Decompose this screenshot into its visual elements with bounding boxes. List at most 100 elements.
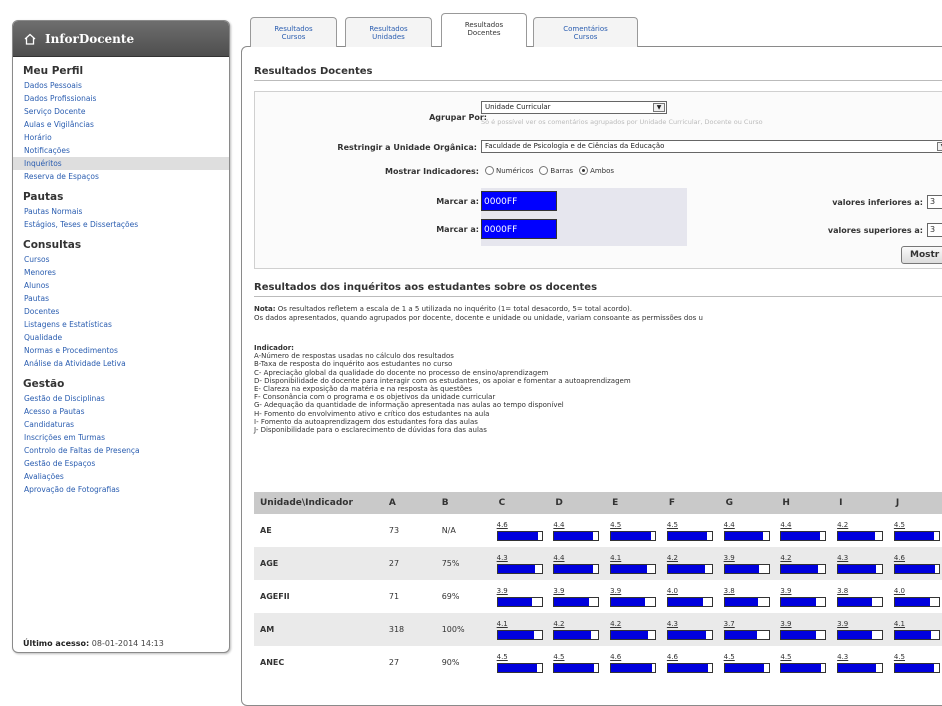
tab-resultados-docentes[interactable]: Resultados Docentes: [441, 13, 527, 47]
sidebar-item-reserva-de-espacos[interactable]: Reserva de Espaços: [13, 170, 229, 183]
upper-values-input[interactable]: 3: [927, 223, 942, 237]
mark-lower-color-input[interactable]: 0000FF: [481, 191, 557, 211]
sidebar-item-pautas[interactable]: Pautas: [13, 292, 229, 305]
score-value[interactable]: 4.5: [610, 521, 621, 529]
mark-upper-color-input[interactable]: 0000FF: [481, 219, 557, 239]
sidebar-item-analise-da-atividade-letiva[interactable]: Análise da Atividade Letiva: [13, 357, 229, 370]
tab-resultados-unidades[interactable]: Resultados Unidades: [345, 17, 432, 47]
score-value[interactable]: 4.5: [667, 521, 678, 529]
score-value[interactable]: 4.2: [667, 554, 678, 562]
score-bar-track: [666, 530, 713, 541]
score-bar-fill: [724, 663, 765, 672]
score-bar: 4.0: [893, 587, 942, 607]
score-value[interactable]: 4.6: [667, 653, 678, 661]
radio-barras[interactable]: [539, 166, 549, 175]
sidebar-item-inscricoes-em-turmas[interactable]: Inscrições em Turmas: [13, 431, 229, 444]
score-bar-track: [553, 629, 600, 640]
score-value[interactable]: 4.0: [894, 587, 905, 595]
restrict-select[interactable]: Faculdade de Psicologia e de Ciências da…: [481, 140, 942, 153]
score-value[interactable]: 4.5: [497, 653, 508, 661]
score-bar-fill: [611, 531, 651, 540]
score-cell: 4.1: [494, 613, 552, 646]
score-value[interactable]: 3.9: [780, 587, 791, 595]
score-value[interactable]: 3.9: [724, 554, 735, 562]
sidebar-item-gestao-de-espacos[interactable]: Gestão de Espaços: [13, 457, 229, 470]
sidebar-item-candidaturas[interactable]: Candidaturas: [13, 418, 229, 431]
score-value[interactable]: 4.2: [553, 620, 564, 628]
app-header[interactable]: InforDocente: [13, 21, 229, 57]
score-bar: 4.3: [666, 620, 715, 640]
sidebar-item-inqueritos[interactable]: Inquéritos: [13, 157, 229, 170]
score-value[interactable]: 4.6: [894, 554, 905, 562]
sidebar-item-horario[interactable]: Horário: [13, 131, 229, 144]
score-value[interactable]: 4.4: [553, 554, 564, 562]
score-value[interactable]: 4.5: [724, 653, 735, 661]
score-value[interactable]: 4.3: [497, 554, 508, 562]
score-value[interactable]: 4.2: [610, 620, 621, 628]
score-value[interactable]: 3.9: [497, 587, 508, 595]
show-button[interactable]: Mostr: [901, 246, 942, 264]
score-value[interactable]: 4.1: [497, 620, 508, 628]
score-value[interactable]: 3.8: [837, 587, 848, 595]
sidebar-item-servico-docente[interactable]: Serviço Docente: [13, 105, 229, 118]
sidebar-item-alunos[interactable]: Alunos: [13, 279, 229, 292]
score-value[interactable]: 4.3: [837, 653, 848, 661]
score-cell: 4.4: [551, 514, 608, 547]
score-value[interactable]: 4.3: [837, 554, 848, 562]
sidebar-item-acesso-a-pautas[interactable]: Acesso a Pautas: [13, 405, 229, 418]
sidebar-item-gestao-de-disciplinas[interactable]: Gestão de Disciplinas: [13, 392, 229, 405]
score-value[interactable]: 4.1: [610, 554, 621, 562]
group-by-select[interactable]: Unidade Curricular ▼: [481, 101, 667, 114]
score-value[interactable]: 3.9: [780, 620, 791, 628]
group-by-value: Unidade Curricular: [485, 103, 551, 111]
sidebar-item-controlo-de-faltas-de-presenca[interactable]: Controlo de Faltas de Presença: [13, 444, 229, 457]
column-header-h: H: [778, 492, 836, 514]
radio-numericos[interactable]: [485, 166, 494, 175]
sidebar-item-aulas-e-vigilancias[interactable]: Aulas e Vigilâncias: [13, 118, 229, 131]
indicator-item: B-Taxa de resposta do inquérito aos estu…: [254, 360, 453, 369]
sidebar-item-listagens-e-estatisticas[interactable]: Listagens e Estatísticas: [13, 318, 229, 331]
score-value[interactable]: 4.4: [553, 521, 564, 529]
table-row: AGEFII 71 69% 3.9 3.9 3.9 4.0 3.8 3.9 3.8 4.0: [254, 580, 942, 613]
score-cell: 4.5: [608, 514, 665, 547]
score-value[interactable]: 4.5: [894, 521, 905, 529]
score-value[interactable]: 3.7: [724, 620, 735, 628]
score-value[interactable]: 4.6: [497, 521, 508, 529]
sidebar-item-dados-profissionais[interactable]: Dados Profissionais: [13, 92, 229, 105]
sidebar-item-normas-e-procedimentos[interactable]: Normas e Procedimentos: [13, 344, 229, 357]
lower-values-input[interactable]: 3: [927, 195, 942, 209]
indicator-item: I- Fomento da autoaprendizagem dos estud…: [254, 417, 478, 426]
tab-resultados-cursos[interactable]: Resultados Cursos: [250, 17, 337, 47]
score-value[interactable]: 3.8: [724, 587, 735, 595]
score-value[interactable]: 4.2: [837, 521, 848, 529]
sidebar-item-qualidade[interactable]: Qualidade: [13, 331, 229, 344]
sidebar-item-cursos[interactable]: Cursos: [13, 253, 229, 266]
score-value[interactable]: 3.9: [610, 587, 621, 595]
score-value[interactable]: 4.1: [894, 620, 905, 628]
radio-ambos[interactable]: [579, 166, 589, 175]
score-value[interactable]: 4.5: [553, 653, 564, 661]
sidebar-item-avaliacoes[interactable]: Avaliações: [13, 470, 229, 483]
sidebar-item-dados-pessoais[interactable]: Dados Pessoais: [13, 79, 229, 92]
score-bar-fill: [667, 630, 706, 639]
score-value[interactable]: 4.4: [780, 521, 791, 529]
score-value[interactable]: 3.9: [837, 620, 848, 628]
sidebar-item-pautas-normais[interactable]: Pautas Normais: [13, 205, 229, 218]
sidebar-item-menores[interactable]: Menores: [13, 266, 229, 279]
score-value[interactable]: 4.5: [780, 653, 791, 661]
score-value[interactable]: 3.9: [553, 587, 564, 595]
sidebar-item-notificacoes[interactable]: Notificações: [13, 144, 229, 157]
score-value[interactable]: 4.4: [724, 521, 735, 529]
unit-cell: AM: [254, 613, 385, 646]
sidebar-item-estagios-teses-e-dissertacoes[interactable]: Estágios, Teses e Dissertações: [13, 218, 229, 231]
score-value[interactable]: 4.3: [667, 620, 678, 628]
score-value[interactable]: 4.2: [780, 554, 791, 562]
score-value[interactable]: 4.6: [610, 653, 621, 661]
column-header-g: G: [721, 492, 779, 514]
score-value[interactable]: 4.5: [894, 653, 905, 661]
sidebar-item-aprovacao-de-fotografias[interactable]: Aprovação de Fotografias: [13, 483, 229, 496]
group-by-hint: Só é possível ver os comentários agrupad…: [481, 118, 763, 126]
sidebar-item-docentes[interactable]: Docentes: [13, 305, 229, 318]
tab-comentarios-cursos[interactable]: Comentários Cursos: [533, 17, 638, 47]
score-value[interactable]: 4.0: [667, 587, 678, 595]
